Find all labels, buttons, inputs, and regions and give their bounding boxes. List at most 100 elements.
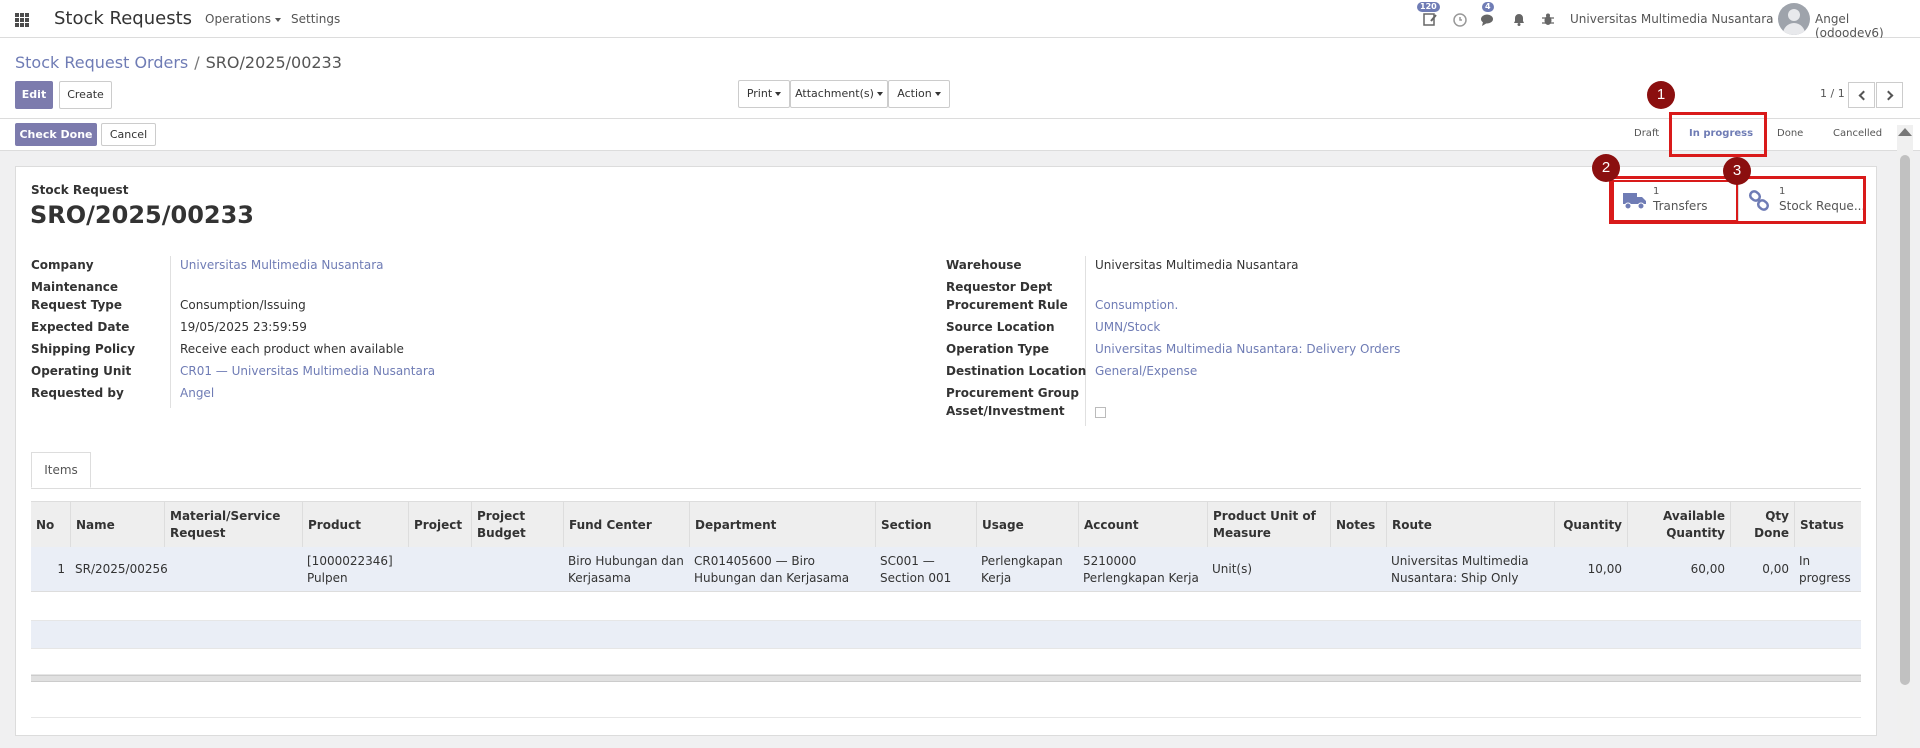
column-header[interactable]: Usage (976, 502, 1078, 548)
table-cell: SC001 — Section 001 (880, 553, 952, 585)
status-bar: Check Done Cancel Draft In progress Done… (0, 118, 1920, 151)
procurement-rule-label: Procurement Rule (946, 298, 1068, 312)
operation-type-value[interactable]: Universitas Multimedia Nusantara: Delive… (1095, 340, 1400, 358)
print-label: Print (746, 87, 773, 100)
column-header[interactable]: Available Quantity (1627, 502, 1730, 548)
expected-date-value: 19/05/2025 23:59:59 (180, 320, 307, 334)
source-location-value[interactable]: UMN/Stock (1095, 318, 1160, 336)
document-type-label: Stock Request (31, 183, 129, 197)
bell-icon[interactable] (1511, 11, 1527, 27)
column-header[interactable]: Route (1386, 502, 1554, 548)
status-step-cancelled[interactable]: Cancelled (1833, 128, 1882, 139)
column-header[interactable]: Qty Done (1730, 502, 1794, 548)
table-cell: CR01405600 — Biro Hubungan dan Kerjasama (694, 553, 850, 585)
menu-settings[interactable]: Settings (291, 12, 340, 26)
table-cell: 10,00 (1587, 562, 1622, 576)
column-header[interactable]: Status (1794, 502, 1861, 548)
warehouse-value: Universitas Multimedia Nusantara (1095, 258, 1299, 272)
column-header[interactable]: Material/Service Request (164, 502, 302, 548)
menu-operations-label: Operations (205, 12, 271, 26)
messages-badge: 4 (1482, 2, 1494, 12)
left-field-separator (170, 256, 171, 408)
scrollbar-thumb[interactable] (1900, 155, 1910, 685)
breadcrumb: Stock Request Orders / SRO/2025/00233 (15, 53, 342, 72)
column-header[interactable]: Notes (1330, 502, 1386, 548)
action-button[interactable]: Action (888, 80, 950, 108)
procurement-rule-value[interactable]: Consumption. (1095, 296, 1178, 314)
warehouse-label: Warehouse (946, 258, 1022, 272)
table-cell: 60,00 (1690, 562, 1725, 576)
destination-location-value[interactable]: General/Expense (1095, 362, 1197, 380)
vertical-scrollbar[interactable] (1897, 125, 1913, 748)
avatar[interactable] (1778, 3, 1810, 35)
table-cell: SR/2025/00256 (75, 562, 168, 576)
company-switcher[interactable]: Universitas Multimedia Nusantara (1570, 12, 1784, 26)
tab-items[interactable]: Items (31, 452, 91, 488)
table-cell (471, 547, 563, 592)
shipping-policy-value: Receive each product when available (180, 342, 404, 356)
table-footer (31, 675, 1861, 682)
requested-by-label: Requested by (31, 386, 124, 400)
edit-button[interactable]: Edit (15, 81, 53, 109)
breadcrumb-separator: / (194, 53, 200, 72)
column-header[interactable]: Fund Center (563, 502, 689, 548)
requested-by-value[interactable]: Angel (180, 384, 214, 402)
caret-down-icon (876, 92, 883, 96)
column-header[interactable]: No (31, 502, 70, 548)
table-cell: 5210000 Perlengkapan Kerja (1083, 553, 1199, 585)
company-value[interactable]: Universitas Multimedia Nusantara (180, 256, 384, 274)
column-header[interactable]: Quantity (1554, 502, 1627, 548)
table-cell: 1 (57, 562, 65, 576)
column-header[interactable]: Project Budget (471, 502, 563, 548)
empty-table-row (31, 649, 1861, 675)
company-label: Company (31, 258, 94, 272)
bug-icon[interactable] (1540, 11, 1556, 27)
create-button[interactable]: Create (59, 81, 112, 109)
table-row[interactable]: 1 SR/2025/00256 [1000022346] Pulpen Biro… (31, 547, 1861, 592)
status-step-done[interactable]: Done (1777, 128, 1803, 139)
requestor-dept-label: Requestor Dept (946, 280, 1053, 294)
highlight-transfers-button (1612, 180, 1738, 222)
table-cell: 0,00 (1762, 562, 1789, 576)
shipping-policy-label: Shipping Policy (31, 342, 136, 356)
activity-badge: 120 (1417, 2, 1440, 12)
table-cell (1330, 547, 1386, 592)
column-header[interactable]: Section (875, 502, 976, 548)
operation-type-label: Operation Type (946, 342, 1050, 356)
breadcrumb-parent-link[interactable]: Stock Request Orders (15, 53, 188, 72)
annotation-marker-1: 1 (1647, 81, 1675, 109)
column-header[interactable]: Department (689, 502, 875, 548)
status-step-draft[interactable]: Draft (1634, 128, 1659, 139)
attachments-button[interactable]: Attachment(s) (790, 80, 888, 108)
scroll-up-icon[interactable] (1898, 128, 1912, 136)
maintenance-request-type-value: Consumption/Issuing (180, 298, 306, 312)
activity-icon[interactable] (1422, 11, 1438, 27)
menu-operations[interactable]: Operations (205, 12, 281, 26)
pager-previous-button[interactable] (1848, 82, 1875, 108)
caret-down-icon (934, 92, 941, 96)
apps-menu-icon[interactable] (15, 13, 29, 27)
control-panel: Stock Request Orders / SRO/2025/00233 Edit… (0, 38, 1920, 118)
operating-unit-value[interactable]: CR01 — Universitas Multimedia Nusantara (180, 362, 435, 380)
table-cell: In progress (1799, 553, 1851, 585)
print-button[interactable]: Print (738, 80, 790, 108)
attachments-label: Attachment(s) (795, 87, 874, 100)
pager-next-button[interactable] (1876, 82, 1903, 108)
column-header[interactable]: Account (1078, 502, 1207, 548)
check-done-button[interactable]: Check Done (15, 123, 97, 146)
column-header[interactable]: Product Unit of Measure (1207, 502, 1330, 548)
table-cell: Universitas Multimedia Nusantara: Ship O… (1391, 553, 1529, 585)
cancel-button[interactable]: Cancel (101, 123, 156, 146)
pager-value: 1 / 1 (1820, 87, 1845, 100)
source-location-label: Source Location (946, 320, 1055, 334)
column-header[interactable]: Name (70, 502, 164, 548)
highlight-status-in-progress (1669, 112, 1767, 157)
caret-down-icon (775, 92, 782, 96)
destination-location-label: Destination Location (946, 364, 1087, 378)
asset-investment-checkbox[interactable] (1095, 407, 1106, 418)
user-menu[interactable]: Angel (odoodev6) (1815, 12, 1920, 40)
column-header[interactable]: Product (302, 502, 408, 548)
chat-icon[interactable] (1480, 11, 1496, 27)
clock-icon[interactable] (1452, 11, 1468, 27)
column-header[interactable]: Project (408, 502, 471, 548)
